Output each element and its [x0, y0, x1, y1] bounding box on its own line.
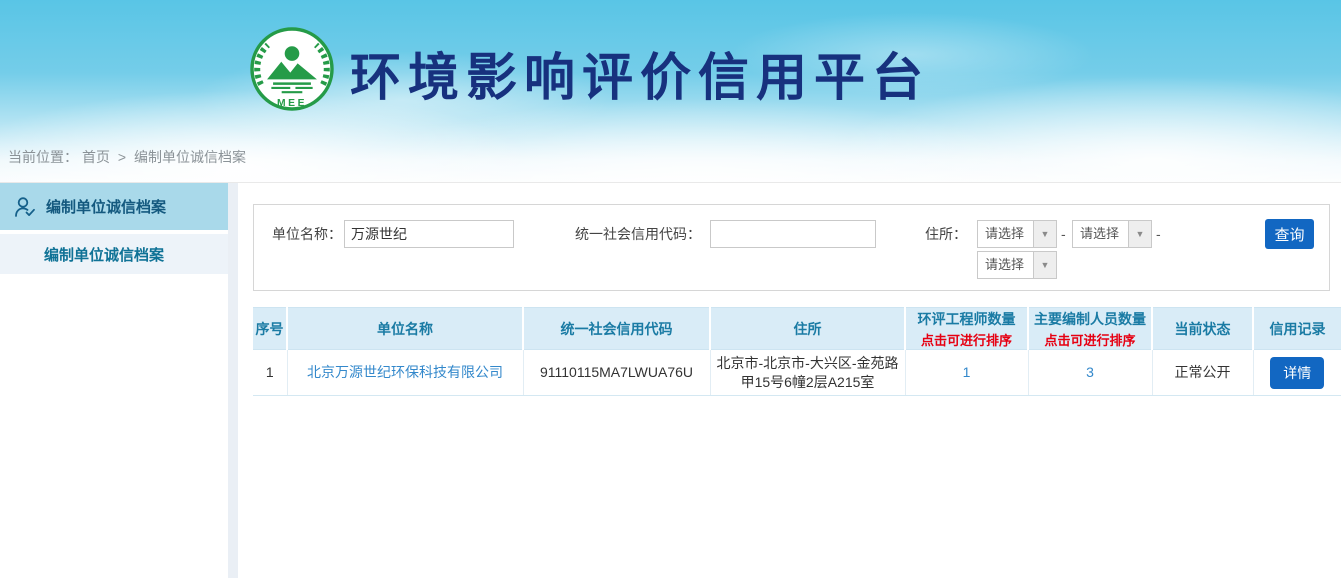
credit-code-label: 统一社会信用代码： [575, 220, 701, 248]
col-header-staff-count[interactable]: 主要编制人员数量 点击可进行排序 [1028, 308, 1152, 350]
chevron-down-icon[interactable]: ▼ [1033, 252, 1056, 278]
unit-name-label: 单位名称： [272, 220, 342, 248]
mee-logo-icon: MEE [249, 26, 335, 112]
cell-credit-code: 91110115MA7LWUA76U [523, 350, 710, 396]
chevron-down-icon[interactable]: ▼ [1033, 221, 1056, 247]
col-header-engineer-count[interactable]: 环评工程师数量 点击可进行排序 [905, 308, 1028, 350]
unit-name-link[interactable]: 北京万源世纪环保科技有限公司 [307, 364, 503, 380]
site-banner: MEE 环境影响评价信用平台 当前位置：首页 > 编制单位诚信档案 [0, 0, 1341, 183]
table-row: 1 北京万源世纪环保科技有限公司 91110115MA7LWUA76U 北京市-… [253, 350, 1341, 396]
breadcrumb-current: 编制单位诚信档案 [134, 149, 246, 165]
content-area: 单位名称： 统一社会信用代码： 住所： 请选择 ▼ - 请选择 ▼ - 请选择 … [238, 183, 1341, 578]
sidebar-item-label: 编制单位诚信档案 [46, 196, 166, 217]
breadcrumb-separator: > [118, 149, 126, 165]
address-city-value: 请选择 [1073, 221, 1128, 247]
table-header-row: 序号 单位名称 统一社会信用代码 住所 环评工程师数量 点击可进行排序 主要编制… [253, 308, 1341, 350]
results-table: 序号 单位名称 统一社会信用代码 住所 环评工程师数量 点击可进行排序 主要编制… [253, 307, 1341, 396]
credit-code-input[interactable] [710, 220, 876, 248]
col-header-staff-count-label: 主要编制人员数量 [1034, 311, 1146, 327]
sidebar-item-unit-credit-archive[interactable]: 编制单位诚信档案 [0, 183, 228, 230]
logo-mee-text: MEE [277, 98, 307, 109]
address-district-value: 请选择 [978, 252, 1033, 278]
address-dash-2: - [1156, 220, 1161, 248]
col-header-credit-code: 统一社会信用代码 [523, 308, 710, 350]
address-label: 住所： [925, 220, 967, 248]
col-header-address: 住所 [710, 308, 905, 350]
main-area: 编制单位诚信档案 编制单位诚信档案 单位名称： 统一社会信用代码： 住所： 请选… [0, 183, 1341, 578]
detail-button[interactable]: 详情 [1270, 357, 1324, 389]
site-title: 环境影响评价信用平台 [350, 36, 930, 110]
sidebar: 编制单位诚信档案 编制单位诚信档案 [0, 183, 228, 578]
col-header-index: 序号 [253, 308, 287, 350]
staff-count-link[interactable]: 3 [1086, 364, 1094, 380]
unit-name-input[interactable] [344, 220, 514, 248]
address-district-select[interactable]: 请选择 ▼ [977, 251, 1057, 279]
sidebar-divider [228, 183, 238, 578]
address-city-select[interactable]: 请选择 ▼ [1072, 220, 1152, 248]
breadcrumb: 当前位置：首页 > 编制单位诚信档案 [8, 147, 250, 167]
sidebar-subitem-label: 编制单位诚信档案 [44, 244, 164, 265]
chevron-down-icon[interactable]: ▼ [1128, 221, 1151, 247]
address-province-select[interactable]: 请选择 ▼ [977, 220, 1057, 248]
breadcrumb-home-link[interactable]: 首页 [82, 149, 110, 165]
address-province-value: 请选择 [978, 221, 1033, 247]
breadcrumb-prefix: 当前位置： [8, 149, 78, 165]
address-dash-1: - [1061, 220, 1066, 248]
results-table-wrap: 序号 单位名称 统一社会信用代码 住所 环评工程师数量 点击可进行排序 主要编制… [253, 307, 1341, 396]
user-check-icon [13, 195, 37, 219]
cell-address: 北京市-北京市-大兴区-金苑路甲15号6幢2层A215室 [710, 350, 905, 396]
cell-index: 1 [253, 350, 287, 396]
sort-hint-engineer[interactable]: 点击可进行排序 [906, 330, 1027, 349]
cell-status: 正常公开 [1152, 350, 1253, 396]
col-header-credit-record: 信用记录 [1253, 308, 1341, 350]
col-header-engineer-count-label: 环评工程师数量 [918, 311, 1016, 327]
col-header-unit-name: 单位名称 [287, 308, 523, 350]
sidebar-subitem-unit-credit-archive[interactable]: 编制单位诚信档案 [0, 234, 228, 274]
search-panel: 单位名称： 统一社会信用代码： 住所： 请选择 ▼ - 请选择 ▼ - 请选择 … [253, 204, 1330, 291]
col-header-status: 当前状态 [1152, 308, 1253, 350]
sort-hint-staff[interactable]: 点击可进行排序 [1029, 330, 1151, 349]
engineer-count-link[interactable]: 1 [963, 364, 971, 380]
query-button[interactable]: 查询 [1265, 219, 1314, 249]
